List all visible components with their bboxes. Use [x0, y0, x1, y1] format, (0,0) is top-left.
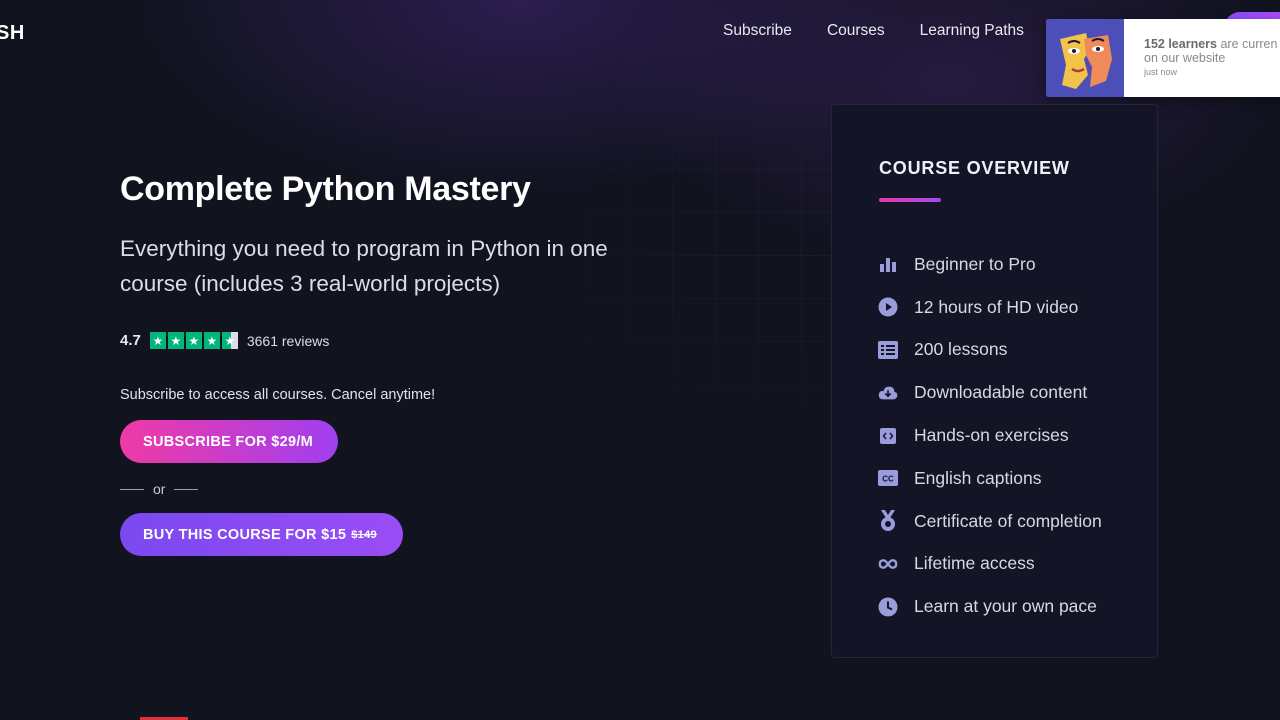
nav-link-learning-paths[interactable]: Learning Paths — [920, 22, 1024, 40]
list-icon — [878, 340, 898, 360]
feature-label: English captions — [914, 467, 1042, 488]
feature-item: Beginner to Pro — [878, 243, 1102, 286]
course-overview-card: COURSE OVERVIEW Beginner to Pro 12 hours… — [831, 104, 1158, 658]
feature-item: 12 hours of HD video — [878, 286, 1102, 329]
divider-line — [174, 488, 199, 490]
code-icon — [878, 426, 898, 446]
feature-item: Hands-on exercises — [878, 414, 1102, 457]
medal-icon — [878, 510, 898, 532]
notification-illustration — [1046, 19, 1124, 97]
buy-button-label: BUY THIS COURSE FOR $15 — [143, 526, 347, 543]
feature-label: Beginner to Pro — [914, 253, 1036, 274]
feature-item: CC English captions — [878, 457, 1102, 500]
feature-item: Lifetime access — [878, 543, 1102, 586]
learner-count: 152 learners — [1144, 37, 1217, 51]
review-count: 3661 reviews — [246, 332, 330, 349]
buy-course-button[interactable]: BUY THIS COURSE FOR $15 $149 — [120, 513, 403, 556]
clock-icon — [878, 597, 898, 617]
feature-label: Lifetime access — [914, 553, 1035, 574]
feature-label: 12 hours of HD video — [914, 296, 1079, 317]
play-icon — [878, 297, 898, 317]
course-overview-title: COURSE OVERVIEW — [879, 158, 1070, 178]
feature-label: Hands-on exercises — [914, 425, 1069, 446]
site-logo[interactable]: SH — [0, 22, 25, 45]
half-star-icon: ★ — [221, 332, 238, 349]
feature-label: Learn at your own pace — [914, 596, 1097, 617]
feature-label: Downloadable content — [914, 382, 1088, 403]
nav-link-courses[interactable]: Courses — [827, 22, 885, 40]
feature-item: Downloadable content — [878, 371, 1102, 414]
notification-body: 152 learners are curren on our website j… — [1124, 19, 1277, 97]
notification-line-2: on our website — [1144, 51, 1226, 65]
notification-line-1: 152 learners are curren — [1144, 37, 1277, 51]
bar-chart-icon — [878, 254, 898, 274]
feature-label: Certificate of completion — [914, 510, 1102, 531]
divider-line — [120, 488, 144, 490]
or-text: or — [153, 481, 166, 497]
captions-icon: CC — [878, 468, 898, 488]
page: SH Subscribe Courses Learning Paths 152 … — [0, 0, 1280, 720]
cloud-download-icon — [878, 383, 898, 403]
feature-item: Certificate of completion — [878, 500, 1102, 543]
rating[interactable]: 4.7 ★ ★ ★ ★ ★ 3661 reviews — [120, 332, 329, 349]
subscribe-button-label: SUBSCRIBE FOR $29/M — [143, 433, 314, 450]
star-icon: ★ — [167, 332, 184, 349]
course-title: Complete Python Mastery — [120, 170, 531, 208]
star-icon: ★ — [203, 332, 220, 349]
notification-line-1-rest: are curren — [1216, 37, 1278, 51]
old-price: $149 — [351, 528, 377, 541]
star-rating: ★ ★ ★ ★ ★ — [149, 332, 238, 349]
course-subtitle: Everything you need to program in Python… — [120, 236, 608, 296]
feature-item: 200 lessons — [878, 329, 1102, 372]
feature-list: Beginner to Pro 12 hours of HD video 200… — [878, 243, 1102, 628]
svg-text:CC: CC — [882, 475, 894, 484]
title-accent-bar — [879, 198, 941, 202]
feature-label: 200 lessons — [914, 339, 1008, 360]
or-divider: or — [120, 481, 199, 497]
notification-time: just now — [1144, 67, 1178, 77]
star-icon: ★ — [149, 332, 166, 349]
rating-value: 4.7 — [120, 332, 141, 349]
nav-link-subscribe[interactable]: Subscribe — [723, 22, 792, 40]
learners-notification[interactable]: 152 learners are curren on our website j… — [1046, 19, 1280, 97]
star-icon: ★ — [185, 332, 202, 349]
infinity-icon — [878, 554, 898, 574]
main-nav: Subscribe Courses Learning Paths — [723, 22, 1024, 40]
subscribe-note: Subscribe to access all courses. Cancel … — [120, 387, 436, 403]
feature-item: Learn at your own pace — [878, 585, 1102, 628]
subscribe-button[interactable]: SUBSCRIBE FOR $29/M — [120, 420, 338, 463]
